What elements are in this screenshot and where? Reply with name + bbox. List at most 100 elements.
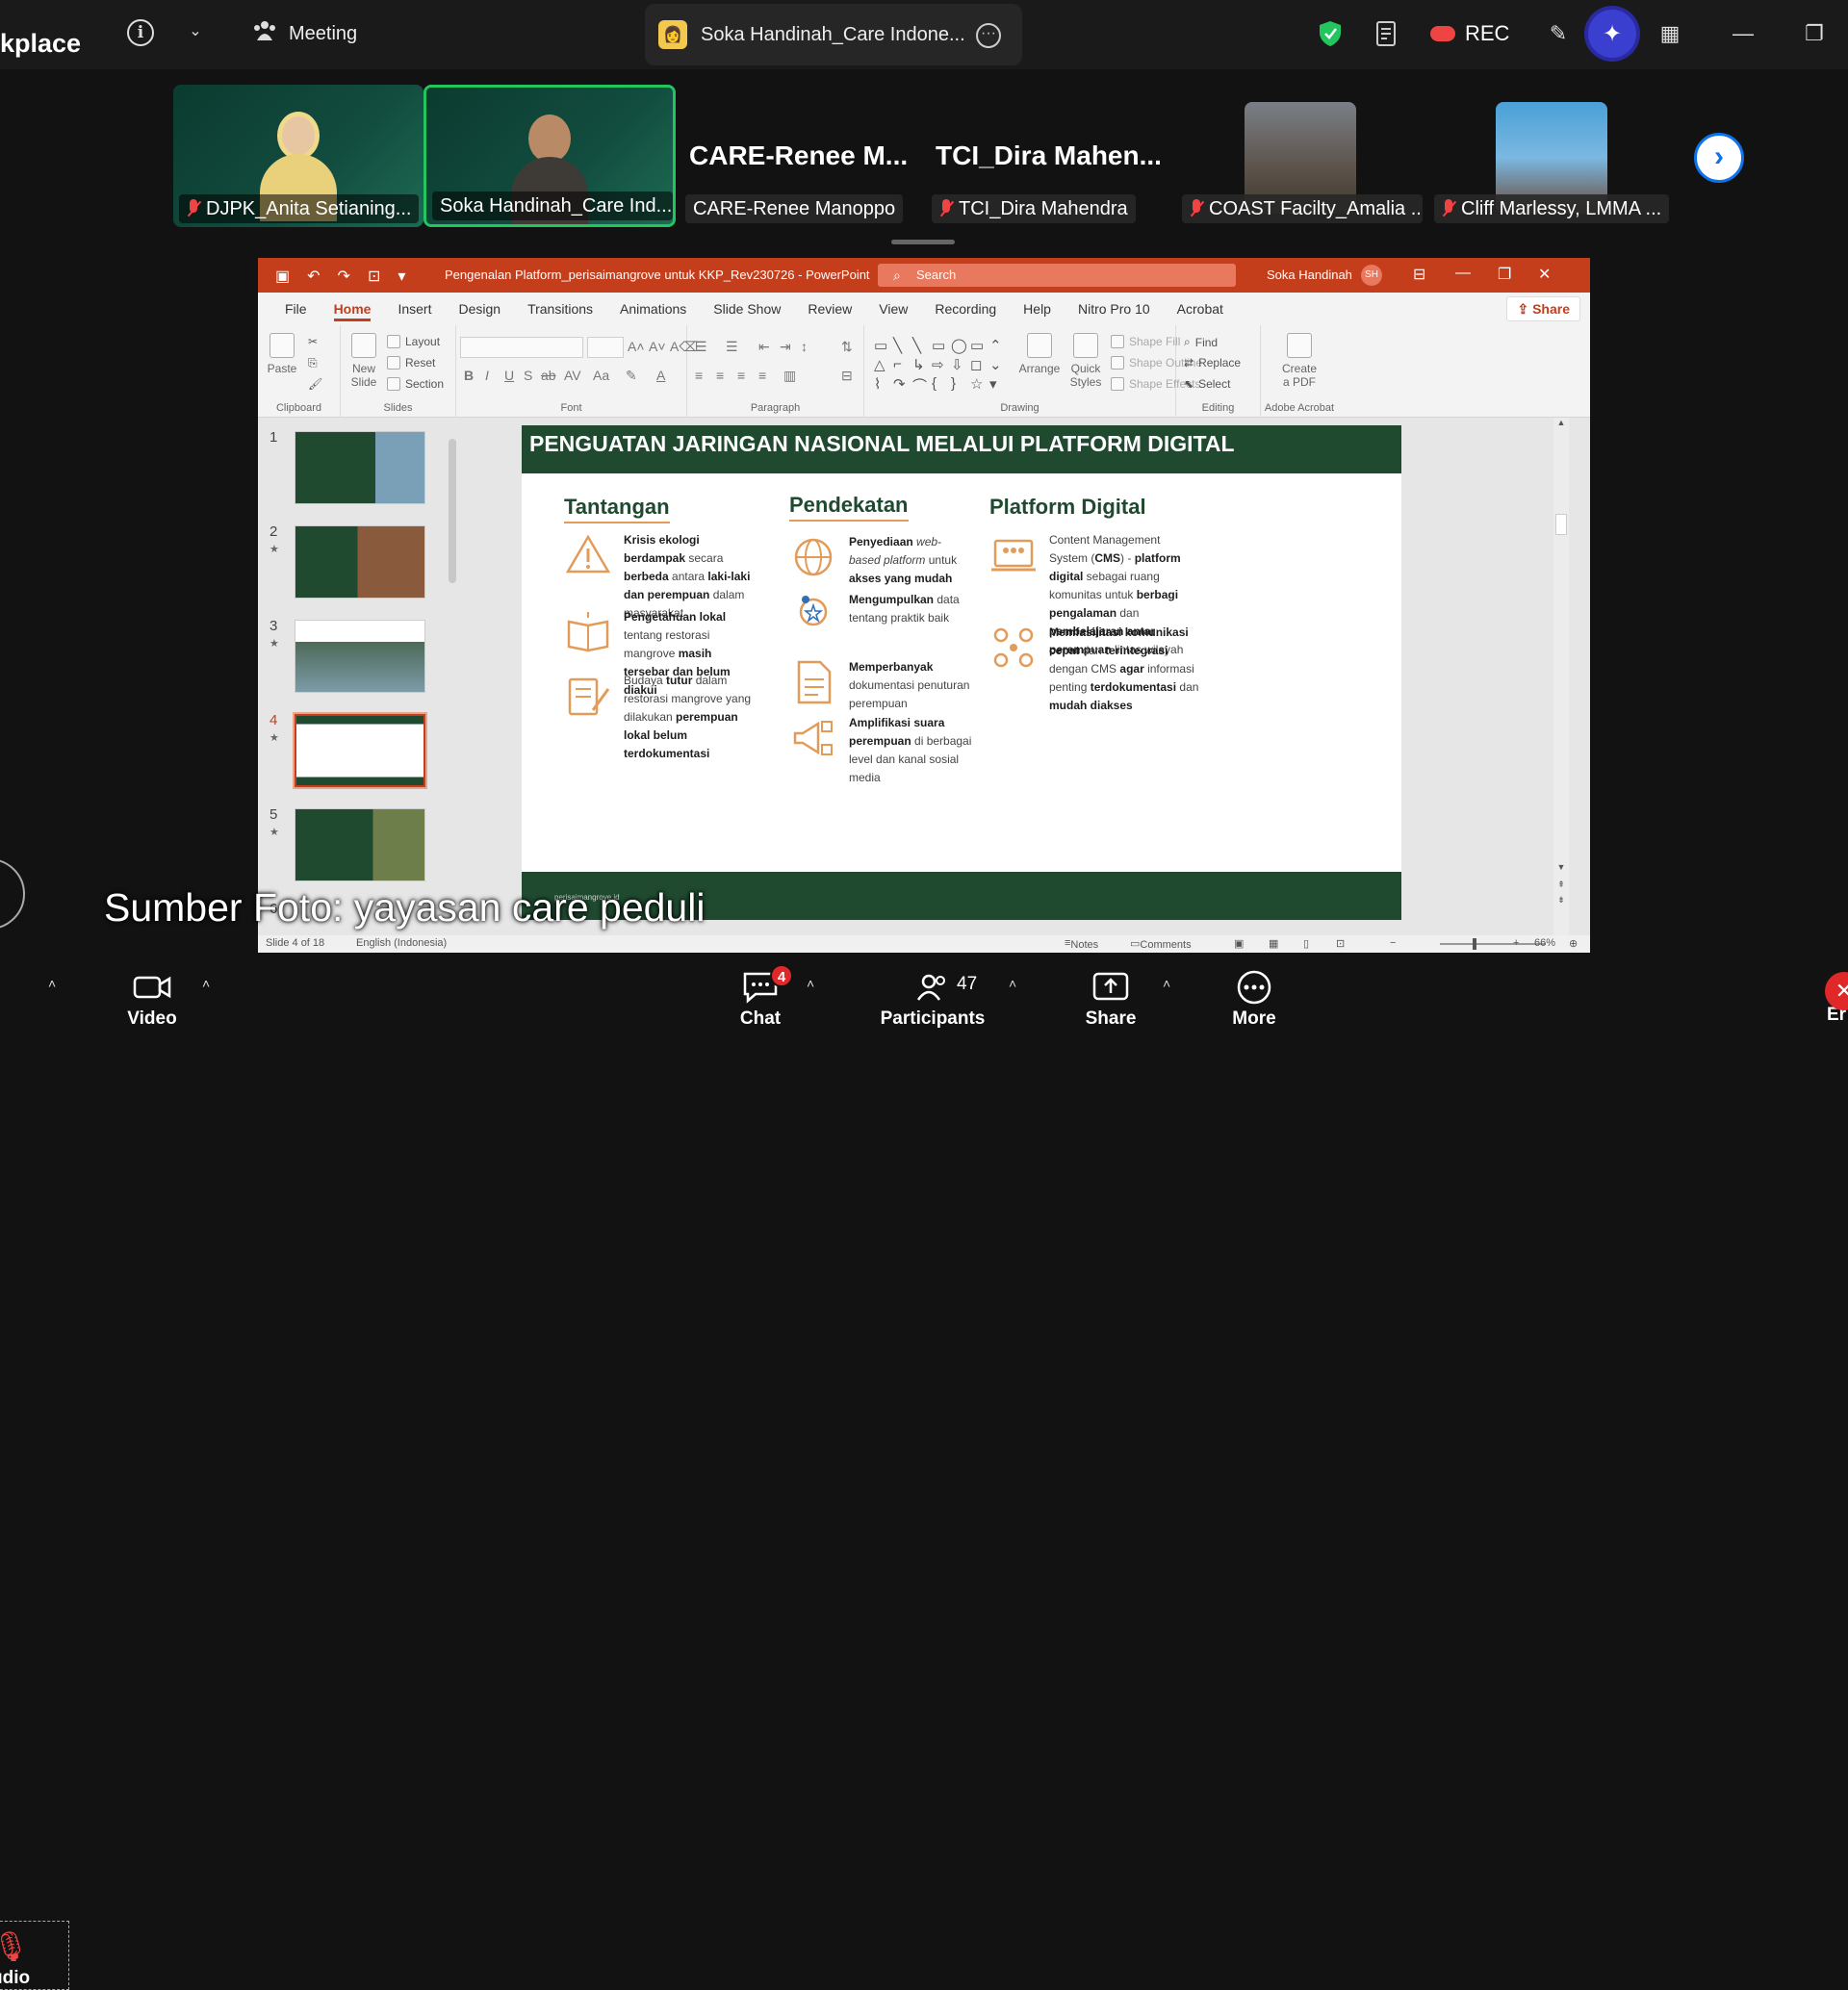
ppt-restore-icon[interactable]: ❐	[1498, 265, 1511, 284]
slide-thumbnail[interactable]: 5 ★	[258, 803, 439, 881]
present-icon[interactable]: ⊡	[368, 267, 380, 286]
participant-tile[interactable]: Soka Handinah_Care Ind...	[424, 85, 676, 227]
section-button[interactable]: Section	[387, 377, 444, 391]
line-spacing-icon[interactable]: ↕	[801, 339, 808, 354]
scroll-thumb[interactable]	[449, 439, 456, 583]
strip-drag-handle[interactable]	[891, 240, 955, 244]
customize-qa-icon[interactable]: ▾	[398, 267, 405, 286]
ppt-user-name[interactable]: Soka Handinah	[1267, 268, 1352, 282]
tab-review[interactable]: Review	[798, 293, 861, 325]
cut-icon[interactable]: ✂	[308, 335, 318, 348]
tab-file[interactable]: File	[275, 293, 317, 325]
fit-slide-icon[interactable]: ⊕	[1569, 937, 1578, 950]
video-button[interactable]: Video	[117, 966, 187, 1030]
align-center-icon[interactable]: ≡	[716, 368, 724, 383]
security-shield-icon[interactable]	[1317, 17, 1344, 50]
tab-transitions[interactable]: Transitions	[518, 293, 603, 325]
video-options-caret-icon[interactable]: ˄	[202, 976, 210, 991]
scroll-up-icon[interactable]: ▲	[1553, 418, 1569, 427]
bullets-icon[interactable]: ☰	[695, 339, 707, 355]
participant-tile[interactable]: Cliff Marlessy, LMMA ...	[1428, 85, 1675, 227]
reading-view-icon[interactable]: ▯	[1303, 937, 1309, 950]
floating-control[interactable]	[0, 858, 25, 930]
restore-window-icon[interactable]: ❐	[1800, 17, 1829, 50]
tab-acrobat[interactable]: Acrobat	[1168, 293, 1233, 325]
bold-icon[interactable]: B	[464, 368, 474, 383]
font-family-select[interactable]	[460, 337, 583, 358]
find-button[interactable]: ⌕ Find	[1184, 335, 1218, 349]
text-direction-icon[interactable]: ⇅	[841, 339, 853, 355]
arrange-button[interactable]: Arrange	[1018, 333, 1061, 375]
tab-insert[interactable]: Insert	[388, 293, 441, 325]
change-case-icon[interactable]: Aa	[593, 368, 609, 383]
align-left-icon[interactable]: ≡	[695, 368, 703, 383]
tab-design[interactable]: Design	[449, 293, 510, 325]
new-slide-button[interactable]: New Slide	[346, 333, 381, 389]
scroll-thumb[interactable]	[1555, 514, 1567, 535]
slide-scrollbar[interactable]: ▲ ▼ ⇞ ⇟	[1553, 418, 1569, 937]
font-size-select[interactable]	[587, 337, 624, 358]
layout-button[interactable]: Layout	[387, 335, 440, 348]
align-text-icon[interactable]: ⊟	[841, 368, 853, 384]
meeting-menu[interactable]: Meeting	[252, 19, 357, 48]
shape-fill-button[interactable]: Shape Fill	[1111, 335, 1180, 348]
info-icon[interactable]: i	[127, 19, 154, 46]
participant-tile[interactable]: TCI_Dira Mahen... TCI_Dira Mahendra	[926, 85, 1167, 227]
strikethrough-icon[interactable]: ab	[541, 368, 556, 383]
select-button[interactable]: ⬉ Select	[1184, 377, 1230, 391]
sorter-view-icon[interactable]: ▦	[1269, 937, 1278, 950]
zoom-level[interactable]: 66%	[1534, 937, 1555, 949]
current-slide[interactable]: PENGUATAN JARINGAN NASIONAL MELALUI PLAT…	[522, 425, 1401, 920]
slide-thumbnail[interactable]: 3 ★	[258, 614, 439, 693]
audio-options-caret-icon[interactable]: ˄	[48, 976, 56, 991]
tab-nitro[interactable]: Nitro Pro 10	[1068, 293, 1160, 325]
ai-companion-icon[interactable]: ✦	[1588, 10, 1636, 58]
increase-indent-icon[interactable]: ⇥	[780, 339, 791, 355]
share-screen-button[interactable]: Share	[1078, 966, 1143, 1030]
columns-icon[interactable]: ▥	[783, 368, 796, 384]
quick-styles-button[interactable]: Quick Styles	[1066, 333, 1105, 389]
slideshow-view-icon[interactable]: ⊡	[1336, 937, 1345, 950]
participant-tile[interactable]: COAST Facilty_Amalia ...	[1176, 85, 1424, 227]
char-spacing-icon[interactable]: AV	[564, 368, 581, 383]
tab-slide-show[interactable]: Slide Show	[704, 293, 790, 325]
tab-recording[interactable]: Recording	[925, 293, 1006, 325]
undo-icon[interactable]: ↶	[307, 267, 320, 286]
save-icon[interactable]: ▣	[275, 267, 290, 286]
ppt-close-icon[interactable]: ✕	[1538, 265, 1551, 284]
reset-button[interactable]: Reset	[387, 356, 435, 370]
replace-button[interactable]: ⇄ Replace	[1184, 356, 1241, 370]
minimize-icon[interactable]: —	[1729, 17, 1758, 50]
numbering-icon[interactable]: ☰	[726, 339, 738, 355]
redo-icon[interactable]: ↷	[338, 267, 350, 286]
more-button[interactable]: More	[1224, 966, 1284, 1030]
slide-thumbnail[interactable]: 1	[258, 425, 439, 504]
thumbnails-scrollbar[interactable]	[447, 427, 458, 937]
ppt-minimize-icon[interactable]: —	[1455, 265, 1471, 282]
create-pdf-button[interactable]: Create a PDF	[1274, 333, 1324, 389]
tab-animations[interactable]: Animations	[610, 293, 696, 325]
share-options-caret-icon[interactable]: ˄	[1163, 976, 1170, 991]
annotate-pen-icon[interactable]: ✎	[1544, 17, 1573, 50]
more-options-icon[interactable]: ···	[976, 23, 1001, 48]
justify-icon[interactable]: ≡	[758, 368, 766, 383]
active-speaker-pill[interactable]: 👩 Soka Handinah_Care Indone... ···	[645, 4, 1022, 65]
decrease-font-icon[interactable]: A˅	[649, 339, 666, 354]
tab-view[interactable]: View	[869, 293, 917, 325]
paste-button[interactable]: Paste	[266, 333, 298, 375]
align-right-icon[interactable]: ≡	[737, 368, 745, 383]
zoom-out-icon[interactable]: −	[1390, 937, 1396, 949]
highlight-icon[interactable]: ✎	[626, 368, 637, 384]
participants-options-caret-icon[interactable]: ˄	[1009, 976, 1016, 991]
shadow-icon[interactable]: S	[524, 368, 532, 383]
italic-icon[interactable]: I	[485, 368, 489, 383]
language-indicator[interactable]: English (Indonesia)	[356, 937, 447, 949]
ppt-user-avatar[interactable]: SH	[1361, 265, 1382, 286]
decrease-indent-icon[interactable]: ⇤	[758, 339, 770, 355]
notes-icon[interactable]	[1373, 17, 1401, 50]
ppt-share-button[interactable]: ⇪ Share	[1506, 296, 1580, 321]
ribbon-display-icon[interactable]: ⊟	[1413, 265, 1425, 284]
apps-icon[interactable]: ▦	[1656, 17, 1684, 50]
font-color-icon[interactable]: A	[656, 368, 665, 383]
ppt-search-box[interactable]: ⌕ Search	[878, 264, 1236, 287]
